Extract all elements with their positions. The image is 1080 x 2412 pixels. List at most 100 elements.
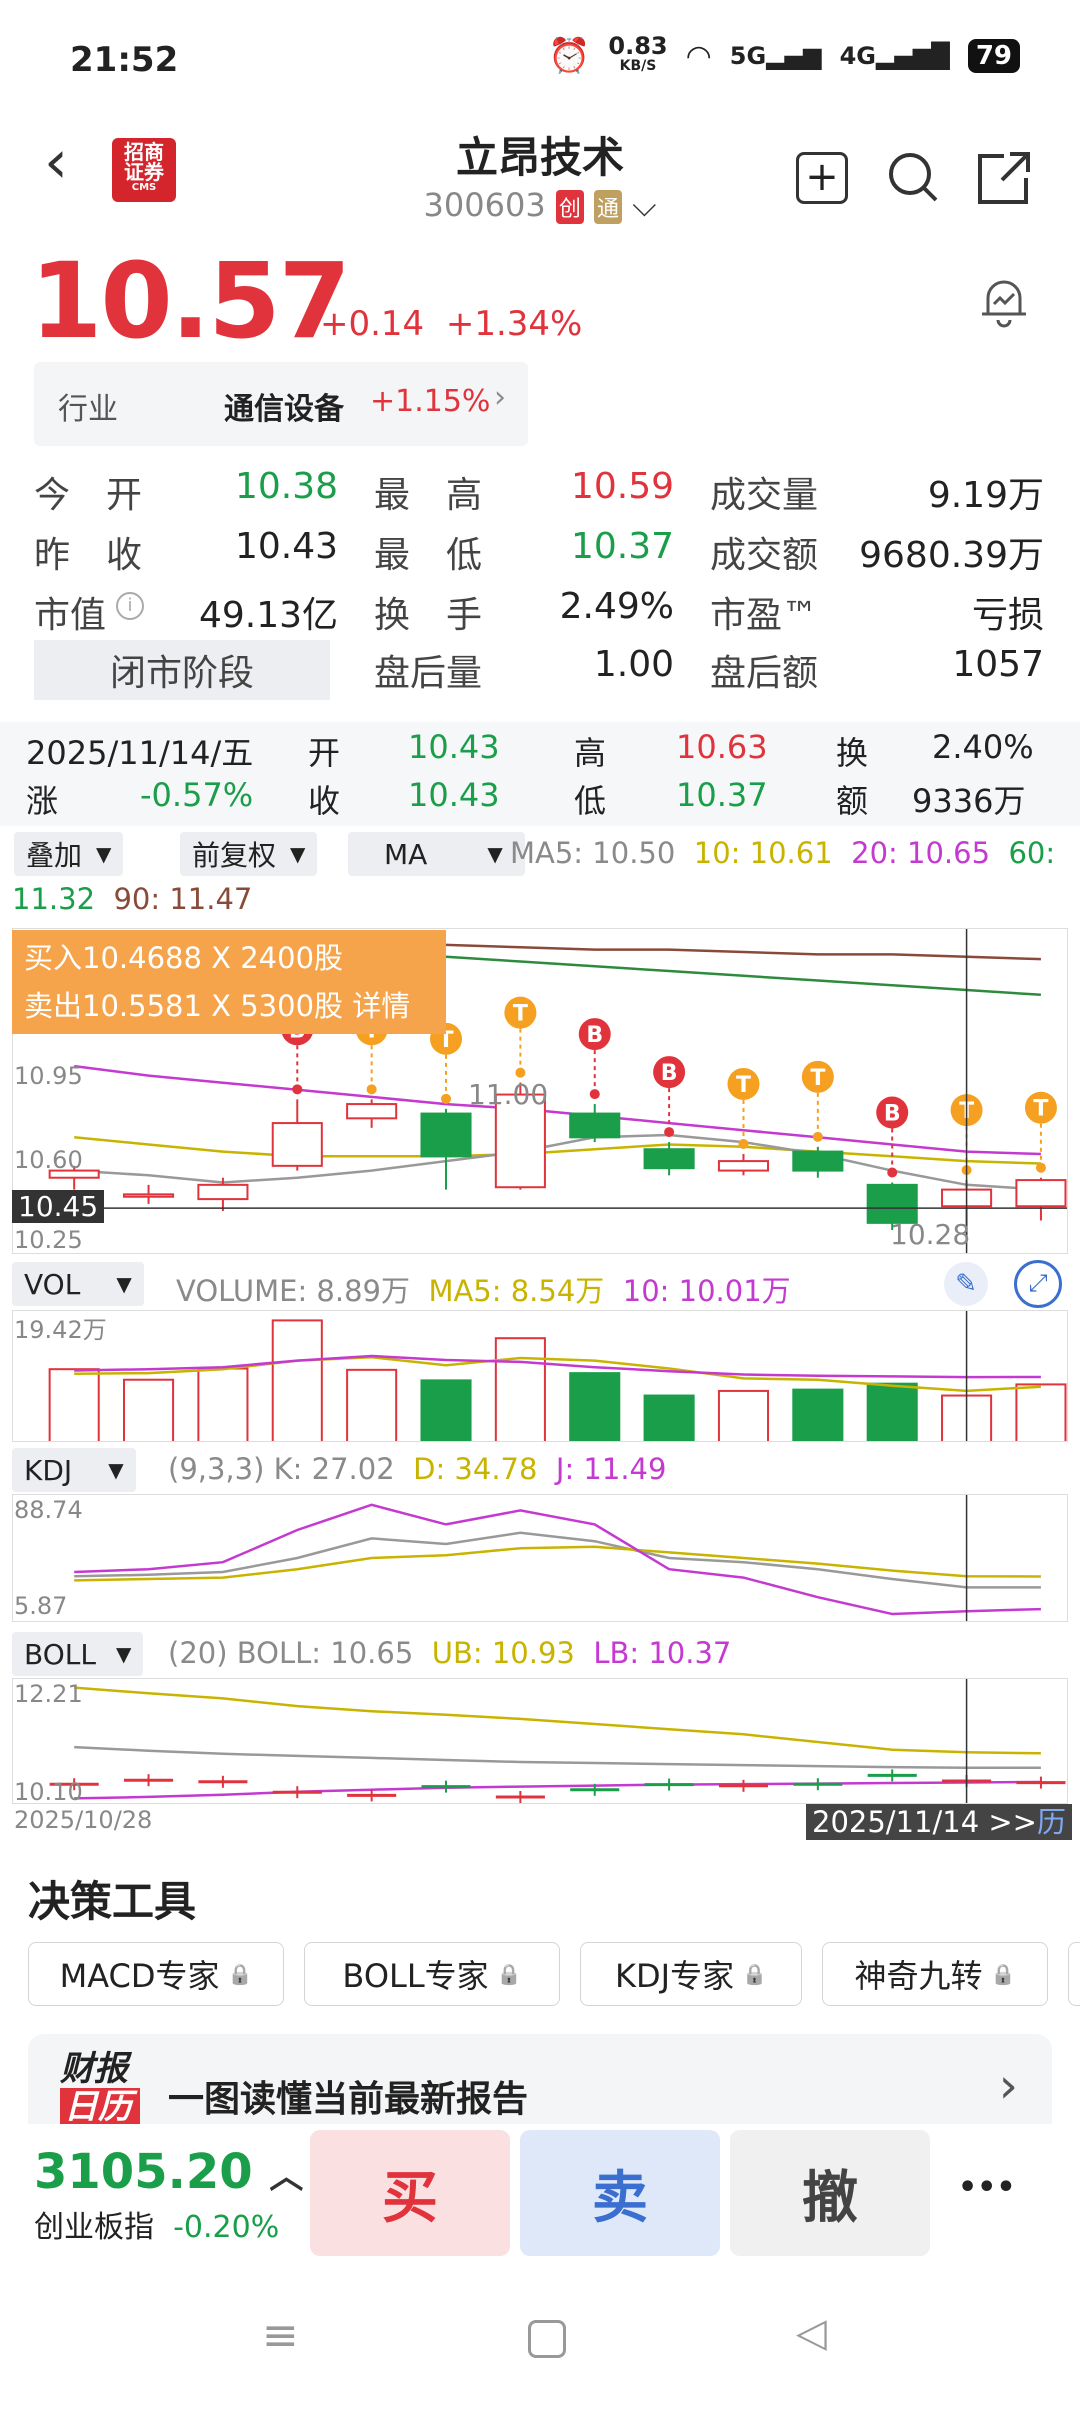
adjust-selector[interactable]: 前复权 ▼ [180, 832, 318, 876]
tool-button[interactable]: BOLL专家 🔒 [304, 1942, 560, 2006]
popup-buy: 买入10.4688 X 2400股 [24, 941, 344, 975]
home-icon[interactable] [528, 2320, 566, 2358]
tool-button[interactable]: KDJ专家 🔒 [580, 1942, 802, 2006]
tool-button[interactable]: 神奇九转 🔒 [822, 1942, 1048, 2006]
boll-indicator-selector[interactable]: BOLL ▼ [12, 1632, 144, 1676]
volume-bar [569, 1372, 621, 1441]
signal-5g-icon: 5G▂▄▆ [729, 42, 822, 70]
candle-body [569, 1112, 621, 1139]
trade-marker-label: B [661, 1061, 678, 1086]
quote-label: 今 开 [34, 475, 143, 516]
marker-dot [366, 1084, 377, 1095]
volume-indicator-selector[interactable]: VOL ▼ [12, 1262, 144, 1306]
summary-turnover-value: 2.40% [932, 728, 1034, 766]
industry-link[interactable]: 行业 通信设备 +1.15% › [34, 362, 528, 446]
lock-icon: 🔒 [742, 1962, 767, 1986]
candle-body [123, 1193, 175, 1198]
info-icon[interactable]: i [116, 592, 144, 620]
stock-code: 300603 [423, 186, 546, 224]
trade-marker-label: B [884, 1101, 901, 1126]
expand-icon: ⤢ [1028, 1269, 1048, 1297]
industry-label: 行业 [58, 392, 118, 427]
summary-close-label: 收 [308, 782, 341, 820]
candle-body [792, 1150, 844, 1172]
cancel-order-button[interactable]: 撤 [730, 2130, 930, 2256]
volume-bar [123, 1378, 175, 1441]
quote-value: 10.43 [234, 526, 338, 567]
index-ticker[interactable]: 3105.20 ︿ 创业板指 -0.20% [34, 2144, 304, 2246]
candle-body [346, 1103, 398, 1120]
volume-bar [271, 1319, 323, 1441]
marker-dot [1035, 1162, 1046, 1173]
trade-marker-label: T [1033, 1097, 1048, 1122]
kline-high-mark: 11.00 [468, 1078, 549, 1111]
volume-max-label: 19.42万 [14, 1316, 107, 1344]
marker-dot [738, 1138, 749, 1149]
wifi-icon: ◠ [685, 38, 712, 74]
status-icons: ⏰ 0.83 KB/S ◠ 5G▂▄▆ 4G▂▄▆█ 79 [548, 34, 1020, 76]
industry-change: +1.15% [370, 384, 491, 419]
price-alert-button[interactable] [974, 270, 1034, 330]
kdj-chart[interactable] [12, 1494, 1068, 1622]
tool-button[interactable]: 智 [1068, 1942, 1080, 2006]
chart-end-date[interactable]: 2025/11/14 >>历 [806, 1804, 1072, 1840]
kdj-k-line [74, 1531, 1041, 1589]
quote-label: 成交量 [710, 475, 819, 516]
trade-popup[interactable]: 买入10.4688 X 2400股 卖出10.5581 X 5300股 详情> [12, 930, 446, 1071]
candle-body [197, 1183, 249, 1201]
quote-row: 市值 i 49.13亿换 手 2.49% 市盈™ 亏损 [34, 586, 1044, 642]
lock-icon: 🔒 [496, 1962, 522, 1986]
search-icon [889, 153, 938, 202]
decision-tools-row: MACD专家🔒 BOLL专家🔒 KDJ专家🔒 神奇九转🔒 智 [28, 1942, 1080, 2008]
buy-button[interactable]: 买 [310, 2130, 510, 2256]
quote-value: 10.59 [570, 466, 674, 507]
kdj-legend: (9,3,3) K: 27.02 D: 34.78 J: 11.49 [168, 1452, 667, 1486]
back-triangle-icon[interactable]: ◁ [796, 2310, 827, 2356]
boll-ub-line [74, 1686, 1041, 1755]
trade-marker-label: T [736, 1073, 751, 1098]
kline-low-mark: 10.28 [890, 1218, 971, 1251]
lock-icon: 🔒 [227, 1962, 253, 1986]
quote-label: 市盈™ [710, 595, 819, 636]
overlay-selector[interactable]: 叠加 ▼ [14, 832, 124, 876]
quote-row: 闭市阶段 盘后量 1.00 盘后额 1057 [34, 640, 1044, 700]
share-button[interactable] [976, 150, 1032, 206]
trade-marker-label: B [586, 1023, 603, 1048]
popup-sell-row: 卖出10.5581 X 5300股 详情> [24, 989, 411, 1071]
edit-indicator-button[interactable]: ✎ [944, 1262, 988, 1306]
add-watchlist-button[interactable]: + [796, 152, 848, 204]
ma-selector[interactable]: MA ▼ [348, 832, 525, 876]
candle-body [717, 1160, 770, 1172]
kline-current-price-label: 10.45 [12, 1190, 105, 1223]
battery-indicator: 79 [967, 39, 1020, 73]
tool-button[interactable]: MACD专家 🔒 [28, 1942, 284, 2006]
marker-dot [441, 1093, 452, 1104]
search-button[interactable] [886, 150, 940, 204]
fullscreen-button[interactable]: ⤢ [1014, 1260, 1062, 1308]
more-button[interactable]: ••• [958, 2170, 1016, 2205]
volume-bar [643, 1394, 695, 1441]
quote-value: 10.38 [234, 466, 338, 507]
marker-dot [292, 1084, 303, 1095]
kdj-indicator-selector[interactable]: KDJ ▼ [12, 1448, 136, 1492]
signal-4g-icon: 4G▂▄▆█ [839, 42, 950, 70]
candle-body [420, 1112, 472, 1158]
quote-label: 昨 收 [34, 535, 143, 576]
summary-change-label: 涨 [26, 782, 59, 820]
ma10-line [74, 1136, 1041, 1165]
history-link[interactable]: 历 [1037, 1805, 1066, 1839]
candle-body [1015, 1179, 1067, 1208]
quote-value: 2.49% [559, 586, 674, 627]
volume-chart[interactable] [12, 1310, 1068, 1442]
quote-value: 1.00 [593, 644, 674, 685]
sell-button[interactable]: 卖 [520, 2130, 720, 2256]
chevron-right-icon: › [494, 380, 506, 415]
trade-marker-label: T [810, 1066, 825, 1091]
boll-chart[interactable] [12, 1678, 1068, 1804]
summary-turnover-label: 换 [836, 734, 869, 772]
quote-label: 盘后量 [374, 653, 483, 694]
market-phase-badge: 闭市阶段 [34, 640, 330, 700]
summary-change-value: -0.57% [140, 776, 254, 814]
summary-low-value: 10.37 [676, 776, 768, 814]
menu-icon[interactable]: ≡ [262, 2310, 299, 2361]
